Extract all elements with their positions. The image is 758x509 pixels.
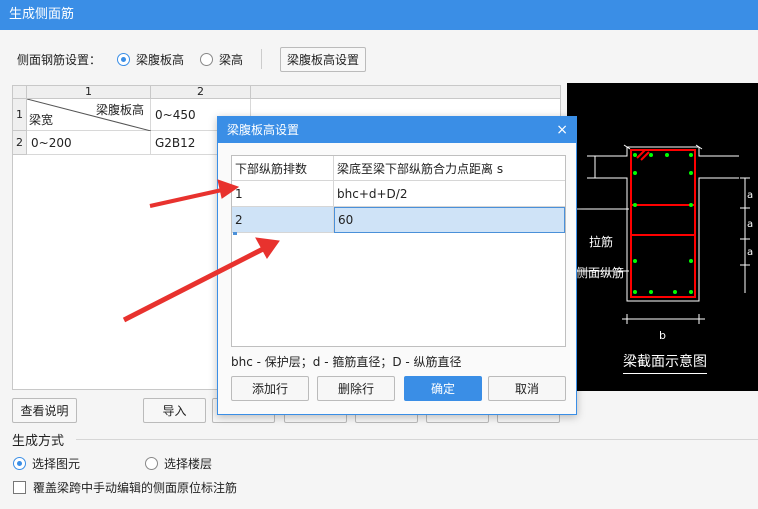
grid-corner (13, 86, 27, 99)
radio-web-height[interactable]: 梁腹板高 (117, 51, 184, 68)
overwrite-checkbox-row[interactable]: 覆盖梁跨中手动编辑的侧面原位标注筋 (13, 479, 237, 496)
grid-col-header-1[interactable]: 1 (27, 86, 151, 99)
cancel-button[interactable]: 取消 (488, 376, 566, 401)
settings-label: 侧面钢筋设置： (17, 52, 102, 67)
radio-select-floor[interactable]: 选择楼层 (145, 455, 212, 472)
radio-beam-height-label: 梁高 (219, 52, 244, 67)
grid-header-cell[interactable]: 梁腹板高 梁宽 (27, 99, 151, 131)
radio-web-height-indicator[interactable] (117, 52, 131, 66)
generation-section-divider (76, 439, 758, 440)
dialog-cell-r1c2[interactable]: bhc+d+D/2 (334, 181, 565, 207)
dim-label-a1: a (747, 190, 753, 201)
grid-row-header-2[interactable]: 2 (13, 131, 27, 155)
radio-select-floor-indicator[interactable] (145, 457, 158, 470)
dim-label-a3: a (747, 247, 753, 258)
delete-row-button[interactable]: 删除行 (317, 376, 395, 401)
add-row-button[interactable]: 添加行 (231, 376, 309, 401)
radio-select-element-label: 选择图元 (32, 457, 81, 471)
dialog-note: bhc - 保护层；d - 箍筋直径；D - 纵筋直径 (231, 355, 462, 369)
grid-row-header-1[interactable]: 1 (13, 99, 27, 131)
grid-col-header-2[interactable]: 2 (151, 86, 251, 99)
window-title: 生成侧面筋 (0, 0, 758, 30)
beam-section-diagram: a a a 拉筋 侧面纵筋 b 梁截面示意图 (567, 83, 758, 391)
help-button[interactable]: 查看说明 (12, 398, 77, 423)
dialog-table: 下部纵筋排数 梁底至梁下部纵筋合力点距离 s 1 bhc+d+D/2 2 60 (231, 155, 566, 347)
overwrite-checkbox-label: 覆盖梁跨中手动编辑的侧面原位标注筋 (33, 481, 238, 495)
radio-select-element[interactable]: 选择图元 (13, 455, 80, 472)
radio-beam-height[interactable]: 梁高 (200, 51, 243, 68)
dim-label-a2: a (747, 219, 753, 230)
radio-web-height-label: 梁腹板高 (136, 52, 185, 67)
radio-select-element-indicator[interactable] (13, 457, 26, 470)
dialog-col-header-distance: 梁底至梁下部纵筋合力点距离 s (334, 156, 565, 181)
dialog-title: 梁腹板高设置 (227, 123, 300, 137)
overwrite-checkbox[interactable] (13, 481, 26, 494)
web-height-settings-button[interactable]: 梁腹板高设置 (280, 46, 367, 72)
label-side-bar: 侧面纵筋 (576, 266, 625, 280)
grid-col-header-blank (251, 86, 560, 99)
generation-section-title: 生成方式 (12, 434, 65, 449)
label-tie-bar: 拉筋 (589, 235, 614, 249)
dialog-cell-r1c1[interactable]: 1 (232, 181, 334, 207)
ok-button[interactable]: 确定 (404, 376, 482, 401)
row-focus-marker (233, 232, 237, 235)
import-button[interactable]: 导入 (143, 398, 206, 423)
grid-cell-r2c1[interactable]: 0~200 (27, 131, 151, 155)
dialog-cell-r2c2[interactable]: 60 (334, 207, 565, 233)
settings-divider (261, 49, 263, 69)
close-icon[interactable]: × (556, 117, 568, 143)
header-web-height: 梁腹板高 (95, 103, 144, 117)
dialog-cell-r2c1[interactable]: 2 (232, 207, 334, 233)
dialog-titlebar: 梁腹板高设置 × (218, 117, 576, 143)
dialog-col-header-rows: 下部纵筋排数 (232, 156, 334, 181)
radio-select-floor-label: 选择楼层 (164, 457, 213, 471)
label-width-b: b (659, 329, 666, 342)
web-height-settings-dialog: 梁腹板高设置 × 下部纵筋排数 梁底至梁下部纵筋合力点距离 s 1 bhc+d+… (217, 116, 577, 415)
side-rebar-settings: 侧面钢筋设置： 梁腹板高 梁高 梁腹板高设置 (17, 46, 367, 72)
radio-beam-height-indicator[interactable] (200, 52, 214, 66)
diagram-caption: 梁截面示意图 (623, 351, 707, 374)
header-beam-width: 梁宽 (29, 113, 54, 127)
